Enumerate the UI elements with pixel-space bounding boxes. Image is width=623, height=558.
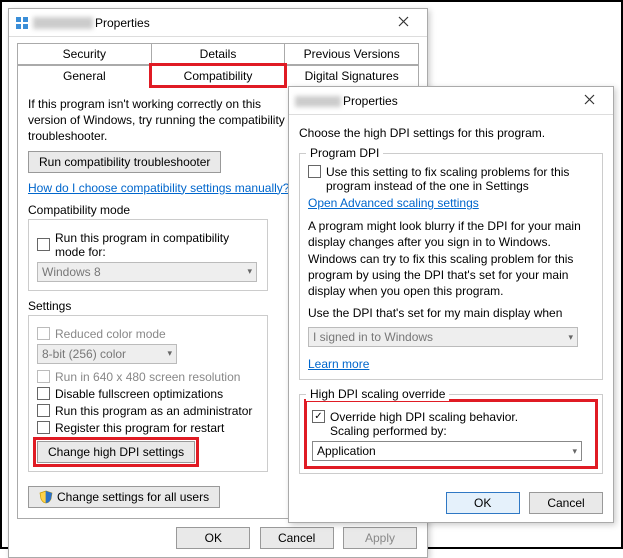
tab-security[interactable]: Security (17, 43, 152, 65)
use-dpi-when-label: Use the DPI that's set for my main displ… (308, 305, 594, 321)
titlebar[interactable]: Properties (9, 9, 427, 37)
apply-button[interactable]: Apply (343, 527, 417, 549)
run-admin-label: Run this program as an administrator (55, 404, 252, 418)
chevron-down-icon: ▾ (167, 348, 172, 359)
compat-mode-label: Run this program in compatibility mode f… (55, 231, 259, 259)
run-admin-checkbox[interactable] (37, 404, 50, 417)
learn-more-link[interactable]: Learn more (308, 357, 369, 371)
cancel-button[interactable]: Cancel (529, 492, 603, 514)
tab-details[interactable]: Details (151, 43, 286, 65)
register-restart-label: Register this program for restart (55, 421, 224, 435)
program-dpi-legend: Program DPI (306, 146, 383, 160)
manual-settings-link[interactable]: How do I choose compatibility settings m… (28, 181, 289, 195)
ok-button[interactable]: OK (176, 527, 250, 549)
window-title: Properties (33, 16, 385, 30)
use-setting-label: Use this setting to fix scaling problems… (326, 165, 594, 193)
tab-compatibility[interactable]: Compatibility (151, 65, 286, 86)
app-icon (15, 16, 29, 30)
tab-general[interactable]: General (17, 65, 152, 86)
window-title: Properties (295, 94, 571, 108)
shield-icon (39, 490, 53, 504)
color-depth-select[interactable]: 8-bit (256) color ▾ (37, 344, 177, 364)
register-restart-checkbox[interactable] (37, 421, 50, 434)
dialog-buttons: OK Cancel Apply (9, 519, 427, 557)
compat-mode-checkbox[interactable] (37, 238, 50, 251)
override-legend: High DPI scaling override (306, 387, 449, 401)
res640-label: Run in 640 x 480 screen resolution (55, 370, 240, 384)
override-dpi-label: Override high DPI scaling behavior. Scal… (330, 410, 518, 438)
ok-button[interactable]: OK (446, 492, 520, 514)
tab-digital-signatures[interactable]: Digital Signatures (284, 65, 419, 86)
chevron-down-icon: ▾ (247, 266, 252, 277)
run-troubleshooter-button[interactable]: Run compatibility troubleshooter (28, 151, 221, 173)
close-icon[interactable] (385, 16, 421, 30)
dpi-when-select[interactable]: I signed in to Windows ▾ (308, 327, 578, 347)
reduced-color-checkbox[interactable] (37, 327, 50, 340)
chevron-down-icon: ▾ (572, 446, 577, 457)
high-dpi-dialog: Properties Choose the high DPI settings … (288, 86, 614, 523)
change-high-dpi-button[interactable]: Change high DPI settings (37, 441, 195, 463)
tab-previous-versions[interactable]: Previous Versions (284, 43, 419, 65)
cancel-button[interactable]: Cancel (260, 527, 334, 549)
dpi-explain: A program might look blurry if the DPI f… (308, 218, 594, 299)
disable-fullscreen-checkbox[interactable] (37, 387, 50, 400)
res640-checkbox[interactable] (37, 370, 50, 383)
compat-mode-select[interactable]: Windows 8 ▾ (37, 262, 257, 282)
intro-text: If this program isn't working correctly … (28, 96, 288, 145)
advanced-scaling-link[interactable]: Open Advanced scaling settings (308, 196, 479, 210)
reduced-color-label: Reduced color mode (55, 327, 166, 341)
change-all-users-button[interactable]: Change settings for all users (28, 486, 220, 508)
use-setting-checkbox[interactable] (308, 165, 321, 178)
dialog-buttons: OK Cancel (289, 484, 613, 522)
disable-fullscreen-label: Disable fullscreen optimizations (55, 387, 223, 401)
override-dpi-checkbox[interactable] (312, 410, 325, 423)
scaling-by-select[interactable]: Application ▾ (312, 441, 582, 461)
dpi-intro: Choose the high DPI settings for this pr… (299, 125, 603, 141)
titlebar[interactable]: Properties (289, 87, 613, 115)
chevron-down-icon: ▾ (568, 332, 573, 343)
close-icon[interactable] (571, 94, 607, 108)
